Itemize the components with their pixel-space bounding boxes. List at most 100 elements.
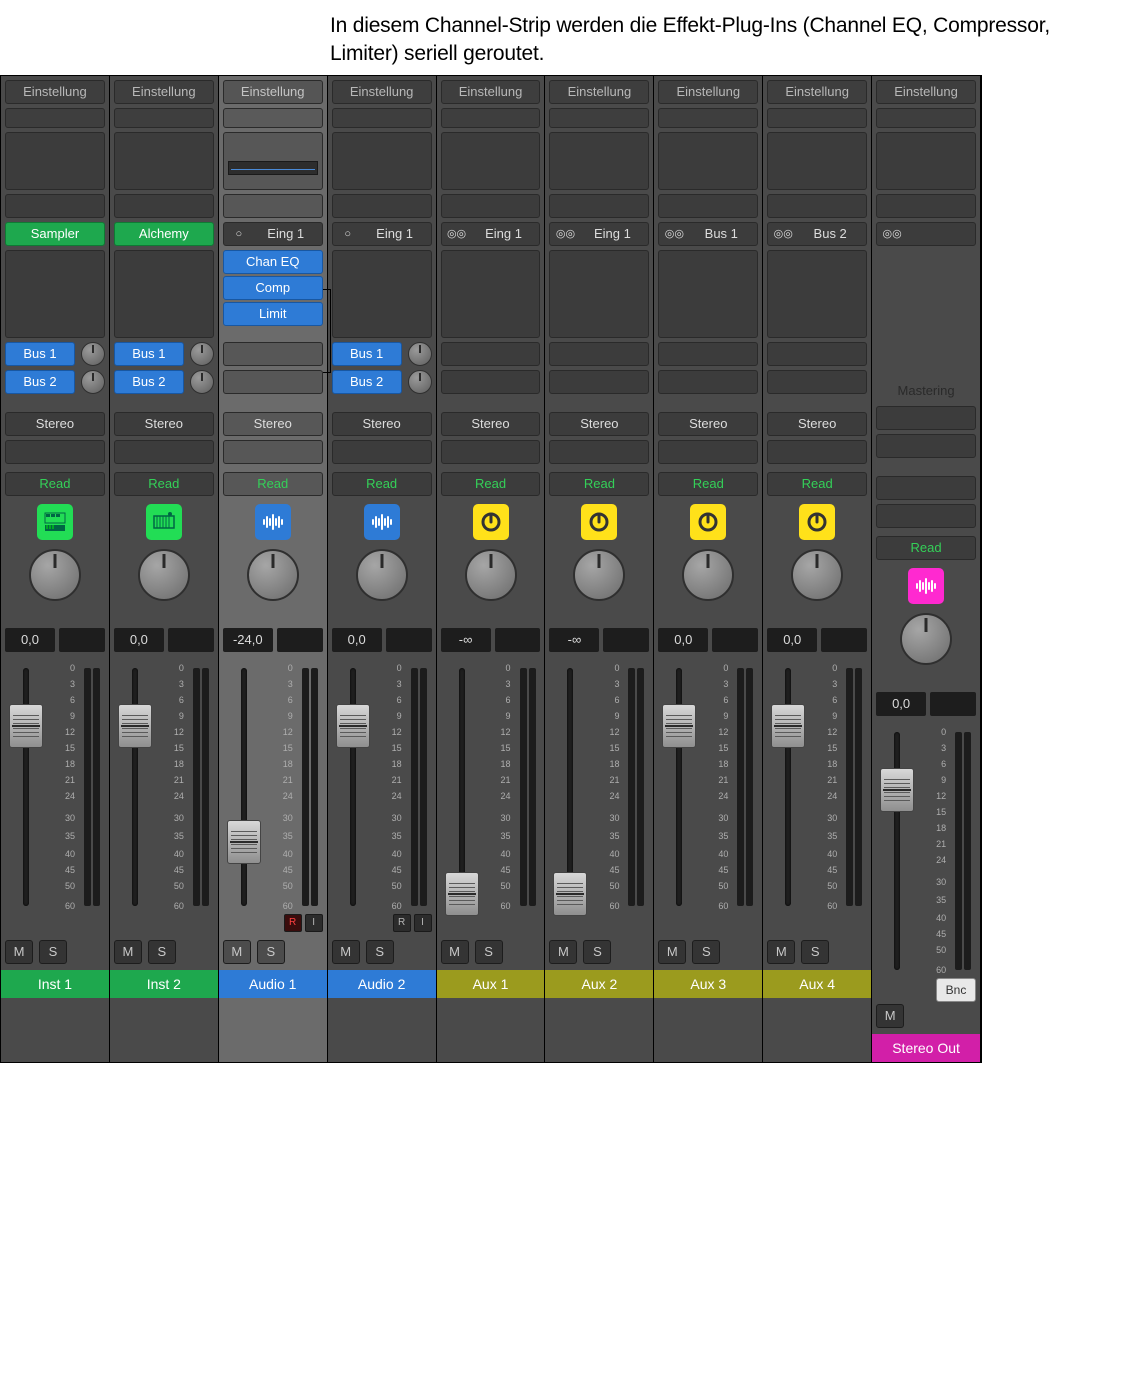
group-slot[interactable] xyxy=(767,440,867,464)
volume-fader[interactable] xyxy=(662,704,696,748)
track-icon[interactable] xyxy=(581,504,617,540)
midifx-slot[interactable] xyxy=(5,194,105,218)
midifx-slot[interactable] xyxy=(876,194,976,218)
peak-display[interactable] xyxy=(277,628,323,652)
track-icon[interactable] xyxy=(255,504,291,540)
send-slot[interactable] xyxy=(658,370,758,394)
automation-mode[interactable]: Read xyxy=(332,472,432,496)
peak-display[interactable] xyxy=(59,628,105,652)
automation-mode[interactable]: Read xyxy=(5,472,105,496)
pan-knob[interactable] xyxy=(573,549,625,601)
send-level-knob[interactable] xyxy=(408,342,432,366)
setting-button[interactable]: Einstellung xyxy=(332,80,432,104)
track-icon[interactable] xyxy=(908,568,944,604)
peak-display[interactable] xyxy=(712,628,758,652)
eq-thumbnail[interactable] xyxy=(114,132,214,190)
solo-button[interactable]: S xyxy=(692,940,720,964)
pan-knob[interactable] xyxy=(682,549,734,601)
input-slot[interactable]: ◎◎Bus 2 xyxy=(767,222,867,246)
audiofx-slots[interactable] xyxy=(441,250,541,338)
mute-button[interactable]: M xyxy=(441,940,469,964)
fader-value[interactable]: 0,0 xyxy=(876,692,926,716)
track-icon[interactable] xyxy=(473,504,509,540)
volume-fader[interactable] xyxy=(553,872,587,916)
group-slot[interactable] xyxy=(876,504,976,528)
setting-button[interactable]: Einstellung xyxy=(441,80,541,104)
channel-strip-audio2[interactable]: Einstellung○Eing 1Bus 1Bus 2StereoRead0,… xyxy=(328,76,437,1062)
input-slot[interactable]: ◎◎Bus 1 xyxy=(658,222,758,246)
send-slot[interactable]: Bus 1 xyxy=(5,342,75,366)
mute-button[interactable]: M xyxy=(114,940,142,964)
track-icon[interactable] xyxy=(364,504,400,540)
setting-button[interactable]: Einstellung xyxy=(876,80,976,104)
track-name[interactable]: Inst 1 xyxy=(1,970,109,998)
solo-button[interactable]: S xyxy=(39,940,67,964)
channel-strip-aux4[interactable]: Einstellung◎◎Bus 2StereoRead0,0036912151… xyxy=(763,76,872,1062)
midifx-slot[interactable] xyxy=(767,194,867,218)
channel-strip-aux3[interactable]: Einstellung◎◎Bus 1StereoRead0,0036912151… xyxy=(654,76,763,1062)
automation-mode[interactable]: Read xyxy=(223,472,323,496)
fader-value[interactable]: 0,0 xyxy=(332,628,382,652)
instrument-slot[interactable]: Alchemy xyxy=(114,222,214,246)
send-slot[interactable] xyxy=(876,434,976,458)
channel-strip-aux2[interactable]: Einstellung◎◎Eing 1StereoRead-∞036912151… xyxy=(545,76,654,1062)
pan-knob[interactable] xyxy=(356,549,408,601)
gain-slot[interactable] xyxy=(876,108,976,128)
send-slot[interactable] xyxy=(767,370,867,394)
gain-slot[interactable] xyxy=(114,108,214,128)
plugin-slot[interactable]: Limit xyxy=(223,302,323,326)
gain-slot[interactable] xyxy=(767,108,867,128)
input-slot[interactable]: ◎◎Eing 1 xyxy=(441,222,541,246)
peak-display[interactable] xyxy=(930,692,976,716)
group-slot[interactable] xyxy=(658,440,758,464)
pan-knob[interactable] xyxy=(29,549,81,601)
midifx-slot[interactable] xyxy=(332,194,432,218)
setting-button[interactable]: Einstellung xyxy=(658,80,758,104)
solo-button[interactable]: S xyxy=(366,940,394,964)
input-slot[interactable]: ○Eing 1 xyxy=(223,222,323,246)
output-slot[interactable] xyxy=(876,476,976,500)
audiofx-slots[interactable] xyxy=(5,250,105,338)
eq-thumbnail[interactable] xyxy=(549,132,649,190)
send-slot[interactable] xyxy=(876,406,976,430)
send-slot[interactable]: Bus 1 xyxy=(332,342,402,366)
output-slot[interactable]: Stereo xyxy=(332,412,432,436)
volume-fader[interactable] xyxy=(880,768,914,812)
fader-value[interactable]: 0,0 xyxy=(5,628,55,652)
output-slot[interactable]: Stereo xyxy=(767,412,867,436)
solo-button[interactable]: S xyxy=(148,940,176,964)
peak-display[interactable] xyxy=(603,628,649,652)
output-slot[interactable]: Stereo xyxy=(441,412,541,436)
group-slot[interactable] xyxy=(114,440,214,464)
pan-knob[interactable] xyxy=(247,549,299,601)
fader-value[interactable]: 0,0 xyxy=(767,628,817,652)
pan-knob[interactable] xyxy=(791,549,843,601)
output-slot[interactable]: Stereo xyxy=(223,412,323,436)
eq-thumbnail[interactable] xyxy=(767,132,867,190)
midifx-slot[interactable] xyxy=(549,194,649,218)
mute-button[interactable]: M xyxy=(332,940,360,964)
audiofx-slots[interactable] xyxy=(332,250,432,338)
volume-fader[interactable] xyxy=(227,820,261,864)
peak-display[interactable] xyxy=(386,628,432,652)
channel-strip-aux1[interactable]: Einstellung◎◎Eing 1StereoRead-∞036912151… xyxy=(437,76,546,1062)
send-slot[interactable]: Bus 2 xyxy=(5,370,75,394)
input-monitor-button[interactable]: I xyxy=(305,914,323,932)
setting-button[interactable]: Einstellung xyxy=(5,80,105,104)
track-name[interactable]: Aux 4 xyxy=(763,970,871,998)
output-slot[interactable]: Stereo xyxy=(5,412,105,436)
send-slot[interactable] xyxy=(441,342,541,366)
fader-value[interactable]: -24,0 xyxy=(223,628,273,652)
bounce-button[interactable]: Bnc xyxy=(936,978,976,1002)
send-slot[interactable] xyxy=(223,370,323,394)
mute-button[interactable]: M xyxy=(658,940,686,964)
gain-slot[interactable] xyxy=(658,108,758,128)
audiofx-slots[interactable] xyxy=(767,250,867,338)
send-level-knob[interactable] xyxy=(190,342,214,366)
pan-knob[interactable] xyxy=(138,549,190,601)
plugin-slot[interactable]: Comp xyxy=(223,276,323,300)
channel-strip-audio1[interactable]: Einstellung○Eing 1Chan EQCompLimitStereo… xyxy=(219,76,328,1062)
mute-button[interactable]: M xyxy=(767,940,795,964)
group-slot[interactable] xyxy=(549,440,649,464)
input-monitor-button[interactable]: I xyxy=(414,914,432,932)
